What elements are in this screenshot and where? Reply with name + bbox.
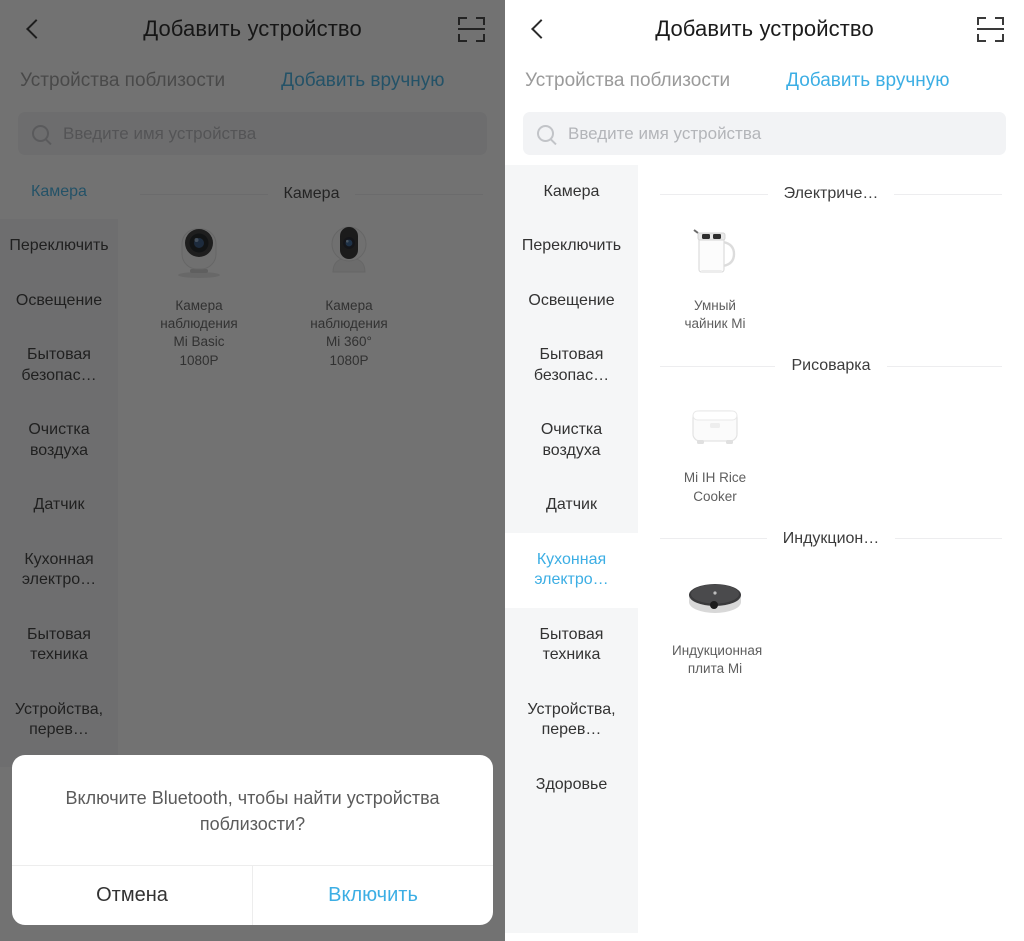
section-title: Рисоварка bbox=[791, 357, 871, 375]
page-title: Добавить устройство bbox=[655, 16, 874, 41]
device-card[interactable]: Индукционная плита Mi bbox=[656, 560, 774, 678]
right-category-list[interactable]: Камера Переключить Освещение Бытовая без… bbox=[505, 165, 638, 933]
right-body: Камера Переключить Освещение Бытовая без… bbox=[505, 165, 1024, 933]
divider-line-right bbox=[894, 193, 1002, 195]
section-header-rice-cooker: Рисоварка bbox=[638, 343, 1024, 379]
screenshot-root: Добавить устройство Устройства поблизост… bbox=[0, 0, 1024, 941]
search-area: Введите имя устройства bbox=[505, 106, 1024, 165]
divider-line-right bbox=[895, 538, 1003, 540]
dialog-actions: Отмена Включить bbox=[12, 865, 493, 925]
tab-add-manually[interactable]: Добавить вручную bbox=[784, 64, 951, 98]
sidebar-item-air-purification[interactable]: Очистка воздуха bbox=[505, 403, 638, 478]
sidebar-item-wearables[interactable]: Устройства, перев… bbox=[505, 683, 638, 758]
tab-nearby-devices[interactable]: Устройства поблизости bbox=[523, 64, 732, 98]
divider-line-left bbox=[660, 538, 767, 540]
search-icon bbox=[537, 125, 554, 142]
section-header-electric-kettle: Электриче… bbox=[638, 171, 1024, 207]
sidebar-item-home-security[interactable]: Бытовая безопас… bbox=[505, 328, 638, 403]
device-name: Mi IH Rice Cooker bbox=[683, 470, 747, 504]
cancel-button[interactable]: Отмена bbox=[12, 866, 253, 925]
search-placeholder: Введите имя устройства bbox=[568, 123, 762, 143]
sidebar-item-household-appliances[interactable]: Бытовая техника bbox=[505, 608, 638, 683]
sidebar-item-sensor[interactable]: Датчик bbox=[505, 478, 638, 532]
device-name: Индукционная плита Mi bbox=[672, 642, 763, 677]
device-name: Умный чайник Mi bbox=[684, 298, 746, 332]
sidebar-item-health[interactable]: Здоровье bbox=[505, 758, 638, 812]
induction-cooker-icon bbox=[678, 560, 752, 634]
bluetooth-dialog: Включите Bluetooth, чтобы найти устройст… bbox=[12, 754, 493, 925]
divider-line-right bbox=[886, 365, 1002, 367]
kettle-icon bbox=[678, 215, 752, 289]
dialog-message: Включите Bluetooth, чтобы найти устройст… bbox=[65, 787, 440, 834]
section-header-induction-cooker: Индукцион… bbox=[638, 516, 1024, 552]
device-grid-rice-cooker: Mi IH Rice Cooker bbox=[638, 379, 1024, 515]
device-grid-induction: Индукционная плита Mi bbox=[638, 552, 1024, 688]
scan-qr-icon[interactable] bbox=[977, 16, 1004, 42]
device-grid-kettle: Умный чайник Mi bbox=[638, 207, 1024, 343]
sidebar-item-camera[interactable]: Камера bbox=[505, 165, 638, 219]
device-card[interactable]: Умный чайник Mi bbox=[656, 215, 774, 333]
rice-cooker-icon bbox=[678, 387, 752, 461]
sidebar-item-kitchen-appliances[interactable]: Кухонная электро… bbox=[505, 532, 638, 608]
back-chevron-icon[interactable] bbox=[525, 16, 551, 42]
search-input[interactable]: Введите имя устройства bbox=[523, 112, 1006, 155]
sidebar-item-switch[interactable]: Переключить bbox=[505, 219, 638, 273]
enable-button[interactable]: Включить bbox=[253, 866, 493, 925]
right-phone-screen: Добавить устройство Устройства поблизост… bbox=[505, 0, 1024, 941]
tab-bar: Устройства поблизости Добавить вручную bbox=[505, 58, 1024, 106]
left-phone-screen: Добавить устройство Устройства поблизост… bbox=[0, 0, 505, 941]
divider-line-left bbox=[660, 193, 768, 195]
section-title: Индукцион… bbox=[782, 529, 880, 547]
section-title: Электриче… bbox=[783, 185, 879, 202]
sidebar-item-lighting[interactable]: Освещение bbox=[505, 274, 638, 328]
divider-line-left bbox=[660, 365, 776, 367]
app-bar: Добавить устройство bbox=[505, 0, 1024, 58]
device-card[interactable]: Mi IH Rice Cooker bbox=[656, 387, 774, 505]
right-device-content: Электриче… Умный чайник Mi Рисоварка Mi … bbox=[638, 165, 1024, 933]
